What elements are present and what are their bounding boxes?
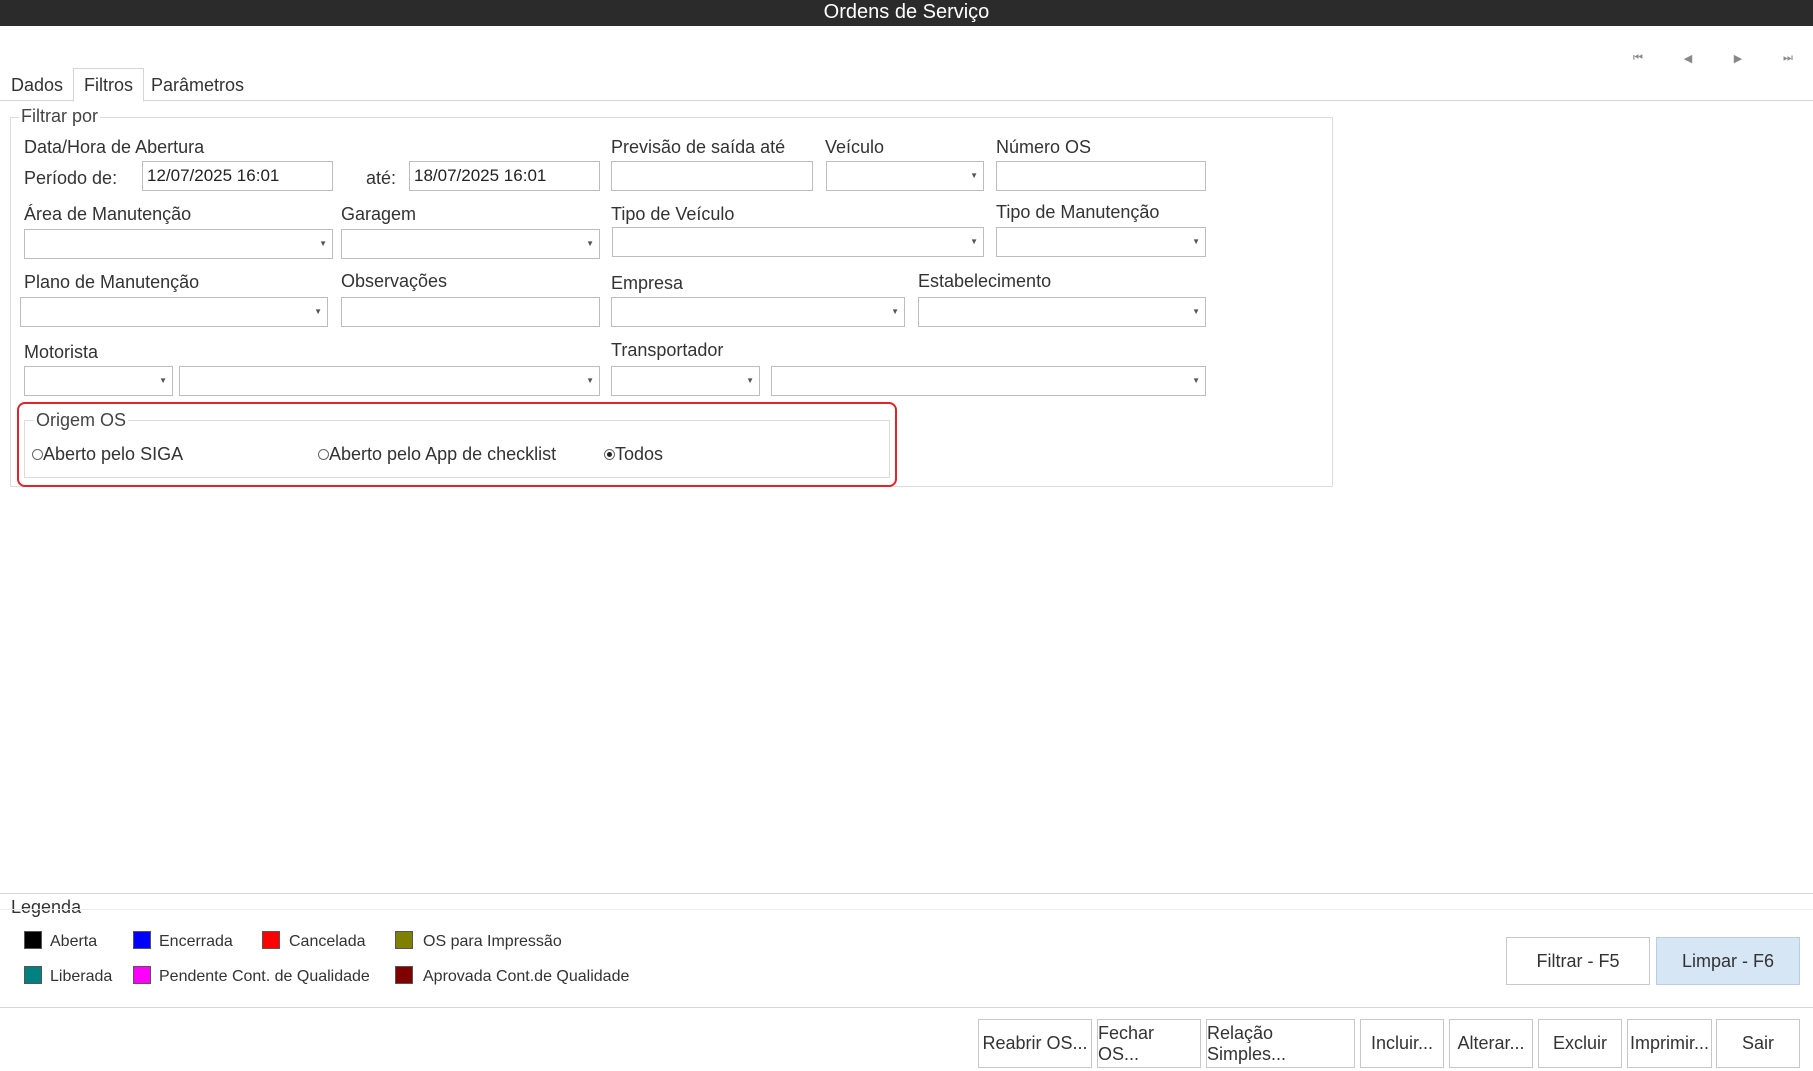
tipo-veiculo-label: Tipo de Veículo xyxy=(611,204,735,224)
veiculo-label: Veículo xyxy=(825,137,885,157)
radio-label: Aberto pelo App de checklist xyxy=(329,444,557,464)
estabelecimento-select[interactable]: ▼ xyxy=(918,297,1206,327)
chevron-down-icon: ▼ xyxy=(746,376,754,385)
area-select[interactable]: ▼ xyxy=(24,229,333,259)
legend-label: Aprovada Cont.de Qualidade xyxy=(423,968,630,985)
legend-separator-inner xyxy=(0,909,1813,910)
legend-label: Cancelada xyxy=(289,933,366,950)
limpar-button[interactable]: Limpar - F6 xyxy=(1656,937,1800,985)
legend-label: Pendente Cont. de Qualidade xyxy=(159,968,370,985)
chevron-down-icon: ▼ xyxy=(970,237,978,246)
chevron-down-icon: ▼ xyxy=(314,307,322,316)
sair-button[interactable]: Sair xyxy=(1716,1019,1800,1068)
data-hora-label: Data/Hora de Abertura xyxy=(24,137,205,157)
actions-separator xyxy=(0,1007,1813,1008)
transportador-label: Transportador xyxy=(611,340,724,360)
periodo-ate-input[interactable] xyxy=(409,161,600,191)
origem-os-title: Origem OS xyxy=(34,410,129,431)
motorista-code-select[interactable]: ▼ xyxy=(24,366,173,396)
filtrar-button[interactable]: Filtrar - F5 xyxy=(1506,937,1650,985)
plano-label: Plano de Manutenção xyxy=(24,272,200,292)
first-page-icon[interactable]: ⏮ xyxy=(1628,48,1648,68)
tipo-manutencao-label: Tipo de Manutenção xyxy=(996,202,1160,222)
radio-label: Aberto pelo SIGA xyxy=(43,444,184,464)
tab-parametros[interactable]: Parâmetros xyxy=(141,69,254,101)
numero-os-label: Número OS xyxy=(996,137,1092,157)
chevron-down-icon: ▼ xyxy=(1192,307,1200,316)
ate-label: até: xyxy=(366,168,397,188)
empresa-label: Empresa xyxy=(611,273,684,293)
radio-aberto-app[interactable]: Aberto pelo App de checklist xyxy=(318,444,556,465)
chevron-down-icon: ▼ xyxy=(319,239,327,248)
filter-group-title: Filtrar por xyxy=(19,106,101,127)
legend-label: Aberta xyxy=(50,933,98,950)
legend-swatch-encerrada xyxy=(133,931,151,949)
area-label: Área de Manutenção xyxy=(24,204,192,224)
veiculo-select[interactable]: ▼ xyxy=(826,161,984,191)
alterar-button[interactable]: Alterar... xyxy=(1449,1019,1533,1068)
previous-icon[interactable]: ◀ xyxy=(1678,48,1698,68)
garagem-select[interactable]: ▼ xyxy=(341,229,600,259)
imprimir-button[interactable]: Imprimir... xyxy=(1627,1019,1712,1068)
previsao-label: Previsão de saída até xyxy=(611,137,786,157)
window-title: Ordens de Serviço xyxy=(0,0,1813,26)
radio-button[interactable] xyxy=(32,449,43,460)
legend-swatch-pendente xyxy=(133,966,151,984)
legend-label: OS para Impressão xyxy=(423,933,562,950)
chevron-down-icon: ▼ xyxy=(891,307,899,316)
motorista-name-select[interactable]: ▼ xyxy=(179,366,600,396)
radio-label: Todos xyxy=(615,444,664,464)
estabelecimento-label: Estabelecimento xyxy=(918,271,1052,291)
reabrir-os-button[interactable]: Reabrir OS... xyxy=(978,1019,1092,1068)
fechar-os-button[interactable]: Fechar OS... xyxy=(1097,1019,1201,1068)
relacao-simples-button[interactable]: Relação Simples... xyxy=(1206,1019,1355,1068)
empresa-select[interactable]: ▼ xyxy=(611,297,905,327)
incluir-button[interactable]: Incluir... xyxy=(1360,1019,1444,1068)
legend-swatch-impressao xyxy=(395,931,413,949)
observacoes-label: Observações xyxy=(341,271,448,291)
chevron-down-icon: ▼ xyxy=(586,239,594,248)
chevron-down-icon: ▼ xyxy=(1192,376,1200,385)
chevron-down-icon: ▼ xyxy=(159,376,167,385)
tab-strip-border xyxy=(0,100,1813,101)
legend-label: Encerrada xyxy=(159,933,233,950)
tab-filtros[interactable]: Filtros xyxy=(73,68,144,102)
legend-swatch-cancelada xyxy=(262,931,280,949)
radio-todos[interactable]: Todos xyxy=(604,444,663,465)
legend-swatch-liberada xyxy=(24,966,42,984)
previsao-input[interactable] xyxy=(611,161,813,191)
periodo-label: Período de: xyxy=(24,168,118,188)
tipo-veiculo-select[interactable]: ▼ xyxy=(612,227,984,257)
garagem-label: Garagem xyxy=(341,204,417,224)
motorista-label: Motorista xyxy=(24,342,99,362)
legend-swatch-aberta xyxy=(24,931,42,949)
legenda-title: Legenda xyxy=(11,897,82,917)
last-page-icon[interactable]: ⏭ xyxy=(1778,48,1798,68)
radio-button[interactable] xyxy=(318,449,329,460)
numero-os-input[interactable] xyxy=(996,161,1206,191)
legend-swatch-aprovada xyxy=(395,966,413,984)
legend-label: Liberada xyxy=(50,968,113,985)
radio-button[interactable] xyxy=(604,449,615,460)
observacoes-input[interactable] xyxy=(341,297,600,327)
excluir-button[interactable]: Excluir xyxy=(1538,1019,1622,1068)
next-icon[interactable]: ▶ xyxy=(1728,48,1748,68)
tab-dados[interactable]: Dados xyxy=(1,69,73,101)
transportador-code-select[interactable]: ▼ xyxy=(611,366,760,396)
plano-select[interactable]: ▼ xyxy=(20,297,328,327)
chevron-down-icon: ▼ xyxy=(970,171,978,180)
radio-aberto-siga[interactable]: Aberto pelo SIGA xyxy=(32,444,183,465)
legend-separator-top xyxy=(0,893,1813,894)
chevron-down-icon: ▼ xyxy=(586,376,594,385)
tipo-manutencao-select[interactable]: ▼ xyxy=(996,227,1206,257)
periodo-de-input[interactable] xyxy=(142,161,333,191)
transportador-name-select[interactable]: ▼ xyxy=(771,366,1206,396)
chevron-down-icon: ▼ xyxy=(1192,237,1200,246)
